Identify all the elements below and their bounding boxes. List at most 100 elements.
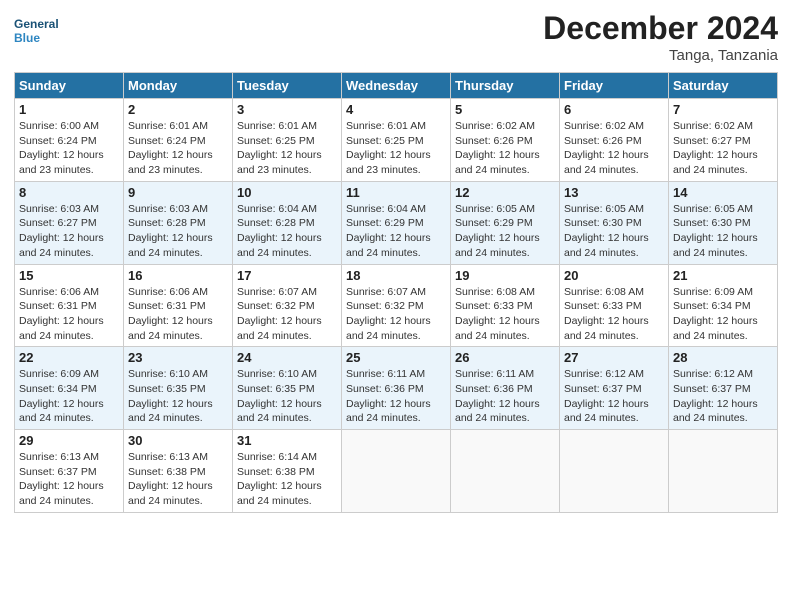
table-row: 11 Sunrise: 6:04 AMSunset: 6:29 PMDaylig… bbox=[342, 181, 451, 264]
day-detail: Sunrise: 6:03 AMSunset: 6:27 PMDaylight:… bbox=[19, 203, 104, 259]
table-row: 16 Sunrise: 6:06 AMSunset: 6:31 PMDaylig… bbox=[124, 264, 233, 347]
day-number: 28 bbox=[673, 350, 773, 365]
table-row: 8 Sunrise: 6:03 AMSunset: 6:27 PMDayligh… bbox=[15, 181, 124, 264]
day-number: 12 bbox=[455, 185, 555, 200]
day-number: 9 bbox=[128, 185, 228, 200]
day-number: 11 bbox=[346, 185, 446, 200]
day-number: 18 bbox=[346, 268, 446, 283]
day-detail: Sunrise: 6:13 AMSunset: 6:37 PMDaylight:… bbox=[19, 451, 104, 507]
day-detail: Sunrise: 6:09 AMSunset: 6:34 PMDaylight:… bbox=[19, 368, 104, 424]
page-header: General Blue December 2024 Tanga, Tanzan… bbox=[14, 10, 778, 64]
day-detail: Sunrise: 6:07 AMSunset: 6:32 PMDaylight:… bbox=[237, 286, 322, 342]
day-number: 20 bbox=[564, 268, 664, 283]
day-detail: Sunrise: 6:11 AMSunset: 6:36 PMDaylight:… bbox=[346, 368, 431, 424]
table-row: 30 Sunrise: 6:13 AMSunset: 6:38 PMDaylig… bbox=[124, 430, 233, 513]
table-row: 4 Sunrise: 6:01 AMSunset: 6:25 PMDayligh… bbox=[342, 99, 451, 182]
day-detail: Sunrise: 6:05 AMSunset: 6:30 PMDaylight:… bbox=[564, 203, 649, 259]
day-detail: Sunrise: 6:05 AMSunset: 6:29 PMDaylight:… bbox=[455, 203, 540, 259]
day-number: 4 bbox=[346, 102, 446, 117]
day-detail: Sunrise: 6:01 AMSunset: 6:25 PMDaylight:… bbox=[237, 120, 322, 176]
logo: General Blue bbox=[14, 10, 64, 50]
table-row: 20 Sunrise: 6:08 AMSunset: 6:33 PMDaylig… bbox=[560, 264, 669, 347]
day-number: 25 bbox=[346, 350, 446, 365]
table-row: 10 Sunrise: 6:04 AMSunset: 6:28 PMDaylig… bbox=[233, 181, 342, 264]
table-row: 17 Sunrise: 6:07 AMSunset: 6:32 PMDaylig… bbox=[233, 264, 342, 347]
svg-text:Blue: Blue bbox=[14, 31, 40, 45]
day-detail: Sunrise: 6:12 AMSunset: 6:37 PMDaylight:… bbox=[673, 368, 758, 424]
day-detail: Sunrise: 6:02 AMSunset: 6:26 PMDaylight:… bbox=[564, 120, 649, 176]
table-row: 5 Sunrise: 6:02 AMSunset: 6:26 PMDayligh… bbox=[451, 99, 560, 182]
col-thursday: Thursday bbox=[451, 73, 560, 99]
table-row: 12 Sunrise: 6:05 AMSunset: 6:29 PMDaylig… bbox=[451, 181, 560, 264]
day-detail: Sunrise: 6:01 AMSunset: 6:24 PMDaylight:… bbox=[128, 120, 213, 176]
day-detail: Sunrise: 6:10 AMSunset: 6:35 PMDaylight:… bbox=[128, 368, 213, 424]
table-row: 9 Sunrise: 6:03 AMSunset: 6:28 PMDayligh… bbox=[124, 181, 233, 264]
day-detail: Sunrise: 6:13 AMSunset: 6:38 PMDaylight:… bbox=[128, 451, 213, 507]
day-number: 3 bbox=[237, 102, 337, 117]
calendar-table: Sunday Monday Tuesday Wednesday Thursday… bbox=[14, 72, 778, 513]
table-row: 13 Sunrise: 6:05 AMSunset: 6:30 PMDaylig… bbox=[560, 181, 669, 264]
location: Tanga, Tanzania bbox=[543, 47, 778, 64]
day-number: 31 bbox=[237, 433, 337, 448]
table-row: 14 Sunrise: 6:05 AMSunset: 6:30 PMDaylig… bbox=[669, 181, 778, 264]
table-row: 1 Sunrise: 6:00 AMSunset: 6:24 PMDayligh… bbox=[15, 99, 124, 182]
table-row: 21 Sunrise: 6:09 AMSunset: 6:34 PMDaylig… bbox=[669, 264, 778, 347]
col-monday: Monday bbox=[124, 73, 233, 99]
day-detail: Sunrise: 6:11 AMSunset: 6:36 PMDaylight:… bbox=[455, 368, 540, 424]
day-detail: Sunrise: 6:12 AMSunset: 6:37 PMDaylight:… bbox=[564, 368, 649, 424]
table-row bbox=[342, 430, 451, 513]
col-friday: Friday bbox=[560, 73, 669, 99]
table-row: 28 Sunrise: 6:12 AMSunset: 6:37 PMDaylig… bbox=[669, 347, 778, 430]
day-number: 13 bbox=[564, 185, 664, 200]
day-number: 1 bbox=[19, 102, 119, 117]
day-detail: Sunrise: 6:14 AMSunset: 6:38 PMDaylight:… bbox=[237, 451, 322, 507]
col-tuesday: Tuesday bbox=[233, 73, 342, 99]
day-number: 19 bbox=[455, 268, 555, 283]
day-detail: Sunrise: 6:04 AMSunset: 6:28 PMDaylight:… bbox=[237, 203, 322, 259]
table-row bbox=[669, 430, 778, 513]
title-block: December 2024 Tanga, Tanzania bbox=[543, 10, 778, 64]
table-row: 3 Sunrise: 6:01 AMSunset: 6:25 PMDayligh… bbox=[233, 99, 342, 182]
table-row: 2 Sunrise: 6:01 AMSunset: 6:24 PMDayligh… bbox=[124, 99, 233, 182]
day-number: 22 bbox=[19, 350, 119, 365]
page-container: General Blue December 2024 Tanga, Tanzan… bbox=[0, 0, 792, 523]
day-detail: Sunrise: 6:04 AMSunset: 6:29 PMDaylight:… bbox=[346, 203, 431, 259]
day-detail: Sunrise: 6:07 AMSunset: 6:32 PMDaylight:… bbox=[346, 286, 431, 342]
svg-text:General: General bbox=[14, 17, 59, 31]
day-number: 17 bbox=[237, 268, 337, 283]
day-number: 8 bbox=[19, 185, 119, 200]
day-number: 7 bbox=[673, 102, 773, 117]
table-row bbox=[451, 430, 560, 513]
col-wednesday: Wednesday bbox=[342, 73, 451, 99]
day-number: 30 bbox=[128, 433, 228, 448]
day-number: 24 bbox=[237, 350, 337, 365]
table-row: 19 Sunrise: 6:08 AMSunset: 6:33 PMDaylig… bbox=[451, 264, 560, 347]
day-number: 2 bbox=[128, 102, 228, 117]
day-detail: Sunrise: 6:10 AMSunset: 6:35 PMDaylight:… bbox=[237, 368, 322, 424]
month-title: December 2024 bbox=[543, 10, 778, 47]
logo-svg: General Blue bbox=[14, 10, 64, 50]
day-detail: Sunrise: 6:03 AMSunset: 6:28 PMDaylight:… bbox=[128, 203, 213, 259]
table-row: 29 Sunrise: 6:13 AMSunset: 6:37 PMDaylig… bbox=[15, 430, 124, 513]
day-detail: Sunrise: 6:06 AMSunset: 6:31 PMDaylight:… bbox=[19, 286, 104, 342]
day-detail: Sunrise: 6:05 AMSunset: 6:30 PMDaylight:… bbox=[673, 203, 758, 259]
table-row: 18 Sunrise: 6:07 AMSunset: 6:32 PMDaylig… bbox=[342, 264, 451, 347]
table-row: 27 Sunrise: 6:12 AMSunset: 6:37 PMDaylig… bbox=[560, 347, 669, 430]
day-number: 26 bbox=[455, 350, 555, 365]
table-row: 26 Sunrise: 6:11 AMSunset: 6:36 PMDaylig… bbox=[451, 347, 560, 430]
day-number: 27 bbox=[564, 350, 664, 365]
col-sunday: Sunday bbox=[15, 73, 124, 99]
day-detail: Sunrise: 6:09 AMSunset: 6:34 PMDaylight:… bbox=[673, 286, 758, 342]
table-row: 7 Sunrise: 6:02 AMSunset: 6:27 PMDayligh… bbox=[669, 99, 778, 182]
day-number: 16 bbox=[128, 268, 228, 283]
table-row: 6 Sunrise: 6:02 AMSunset: 6:26 PMDayligh… bbox=[560, 99, 669, 182]
day-detail: Sunrise: 6:08 AMSunset: 6:33 PMDaylight:… bbox=[455, 286, 540, 342]
table-row: 25 Sunrise: 6:11 AMSunset: 6:36 PMDaylig… bbox=[342, 347, 451, 430]
day-detail: Sunrise: 6:06 AMSunset: 6:31 PMDaylight:… bbox=[128, 286, 213, 342]
day-number: 21 bbox=[673, 268, 773, 283]
day-number: 23 bbox=[128, 350, 228, 365]
calendar-header-row: Sunday Monday Tuesday Wednesday Thursday… bbox=[15, 73, 778, 99]
day-number: 15 bbox=[19, 268, 119, 283]
day-detail: Sunrise: 6:00 AMSunset: 6:24 PMDaylight:… bbox=[19, 120, 104, 176]
day-number: 6 bbox=[564, 102, 664, 117]
